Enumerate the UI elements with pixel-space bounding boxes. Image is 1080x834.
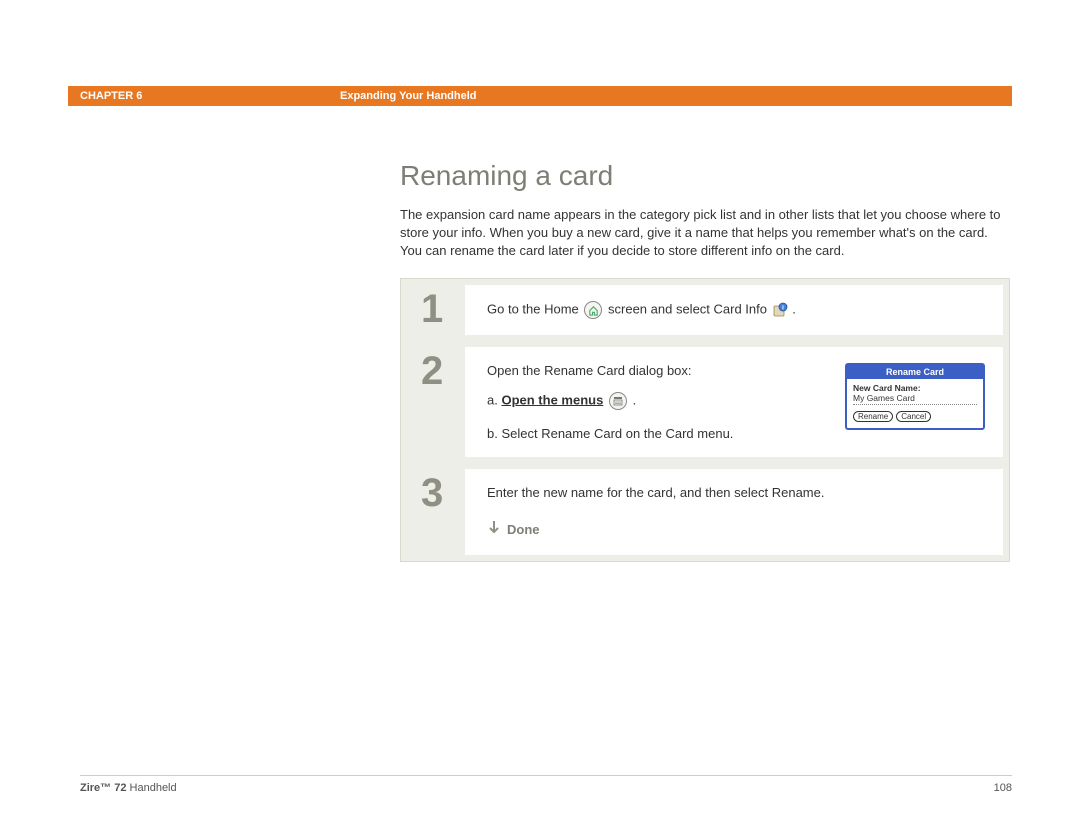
substep-a-prefix: a. (487, 392, 501, 407)
steps-container: 1 Go to the Home screen and select Card … (400, 278, 1010, 562)
substep-b: b. Select Rename Card on the Card menu. (487, 426, 825, 441)
step2-intro: Open the Rename Card dialog box: (487, 363, 825, 378)
step-3: 3 Enter the new name for the card, and t… (401, 463, 1009, 561)
step-body: Go to the Home screen and select Card In… (465, 285, 1003, 335)
home-icon (584, 301, 602, 319)
step1-text-pre: Go to the Home (487, 301, 582, 316)
step-body: Enter the new name for the card, and the… (465, 469, 1003, 555)
rename-button[interactable]: Rename (853, 411, 893, 422)
menu-icon (609, 392, 627, 410)
chapter-label: CHAPTER 6 (80, 90, 340, 102)
dialog-title: Rename Card (847, 365, 983, 379)
chapter-title: Expanding Your Handheld (340, 90, 477, 102)
cancel-button[interactable]: Cancel (896, 411, 931, 422)
rename-card-dialog: Rename Card New Card Name: My Games Card… (845, 363, 985, 430)
section-title: Renaming a card (400, 160, 613, 192)
step-number: 3 (401, 463, 465, 561)
step3-text: Enter the new name for the card, and the… (487, 485, 985, 500)
arrow-down-icon (487, 520, 501, 539)
chapter-header: CHAPTER 6 Expanding Your Handheld (68, 86, 1012, 106)
open-menus-link[interactable]: Open the menus (501, 392, 603, 407)
step-number: 1 (401, 279, 465, 335)
step-1: 1 Go to the Home screen and select Card … (401, 279, 1009, 341)
card-info-icon: i (771, 301, 789, 319)
section-intro: The expansion card name appears in the c… (400, 206, 1010, 261)
done-label: Done (507, 522, 540, 537)
page-number: 108 (994, 782, 1012, 794)
step-body: Open the Rename Card dialog box: a. Open… (465, 347, 1003, 457)
dialog-field-label: New Card Name: (853, 383, 977, 393)
done-indicator: Done (487, 520, 985, 539)
page-footer: Zire™ 72 Handheld 108 (80, 775, 1012, 794)
step1-text-post: . (792, 301, 796, 316)
substep-a-suffix: . (629, 392, 636, 407)
dialog-field-value: My Games Card (853, 393, 977, 405)
step-2: 2 Open the Rename Card dialog box: a. Op… (401, 341, 1009, 463)
product-name: Zire™ 72 Handheld (80, 782, 177, 794)
step1-text-mid: screen and select Card Info (608, 301, 771, 316)
step-number: 2 (401, 341, 465, 457)
